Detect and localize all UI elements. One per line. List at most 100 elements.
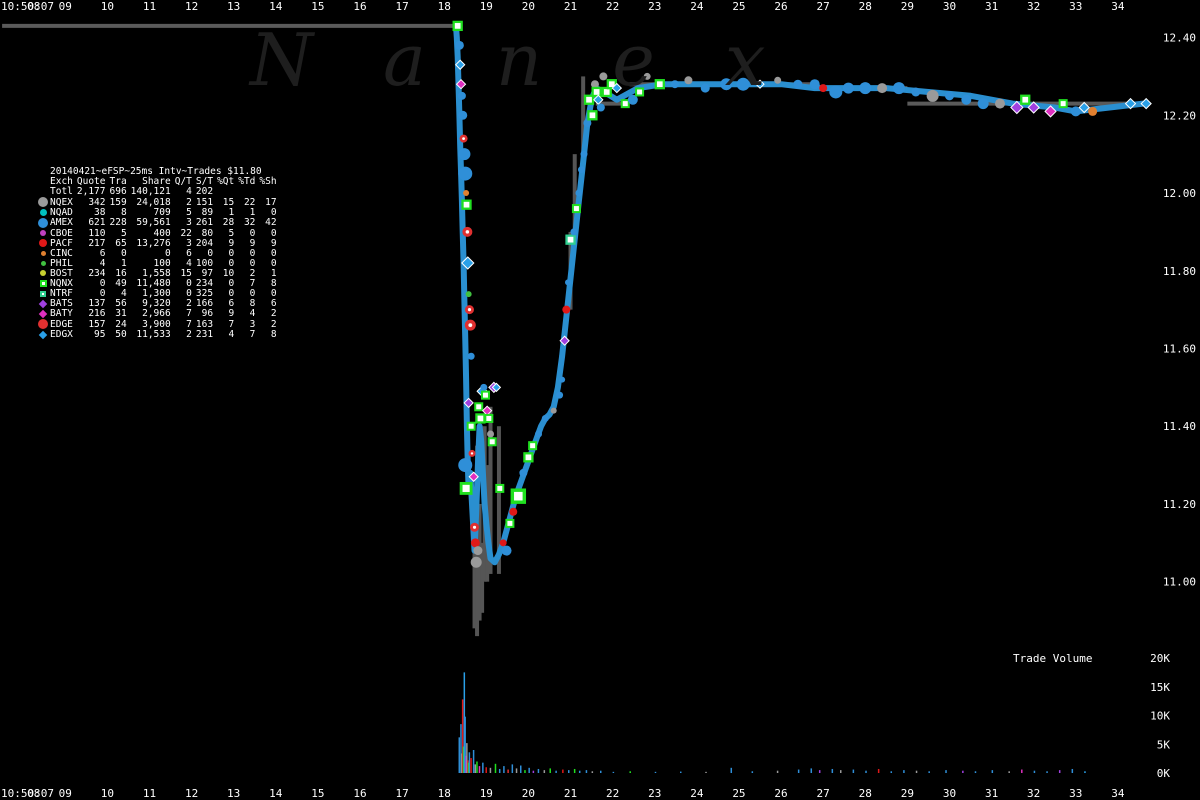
volume-bar	[503, 766, 505, 773]
x-tick-label-top: 17	[395, 0, 408, 13]
trade-marker-amex	[556, 391, 564, 399]
trade-marker-amex	[559, 376, 566, 383]
bost-symbol-icon	[40, 270, 46, 277]
bottom-time-axis: 10:50:0708 09 10 11 12 13 14 15 16 17 18 19 20 21 22 23…	[1, 787, 1125, 800]
x-tick-label-top: 15	[311, 0, 324, 13]
volume-bar	[511, 764, 514, 773]
baty-symbol-icon	[38, 309, 48, 319]
trade-marker-nqnx	[523, 452, 534, 463]
trade-marker-ntrf	[565, 234, 576, 245]
price-tick-label: 11.20	[1163, 498, 1196, 511]
legend-cell: 4	[249, 308, 256, 320]
legend-symbol	[38, 239, 48, 249]
price-tick-label: 12.00	[1163, 187, 1196, 200]
x-tick-label-bottom: 22	[606, 787, 619, 800]
x-tick-label-bottom: 12	[185, 787, 198, 800]
legend-cell: 31	[115, 308, 127, 320]
legend-row: BATY 216 31 2,966 7 96 9 4 2	[38, 309, 279, 319]
legend-cell: 3	[186, 217, 192, 229]
volume-bar	[1008, 771, 1010, 773]
x-tick-label-bottom: 33	[1069, 787, 1082, 800]
trade-marker-pacf	[562, 305, 571, 314]
legend-symbol	[38, 259, 48, 269]
legend-symbol	[38, 187, 48, 197]
x-tick-label-bottom: 34	[1111, 787, 1125, 800]
x-tick-label-top: 28	[859, 0, 872, 13]
legend-header-cell: %Sh	[259, 176, 277, 188]
x-tick-label-bottom: 11	[143, 787, 156, 800]
x-tick-label-top: 21	[564, 0, 577, 13]
volume-bar	[945, 770, 947, 773]
volume-bar	[680, 771, 682, 773]
volume-bar	[818, 770, 821, 773]
trade-marker-amex	[458, 110, 468, 120]
legend-body: Totl 2,177 696 140,121 4 202 NQEX 342 159 24,018 2…	[38, 187, 279, 340]
x-tick-label-bottom: 19	[480, 787, 493, 800]
trade-marker-amex	[580, 150, 588, 158]
trade-marker-amex	[565, 279, 571, 286]
volume-bar	[991, 770, 994, 773]
volume-title: Trade Volume	[1013, 652, 1093, 665]
volume-bar	[532, 770, 535, 773]
edge-symbol-icon	[38, 319, 48, 330]
legend-header-cell: %Qt	[217, 176, 235, 188]
x-tick-label-top: 09	[59, 0, 72, 13]
legend-cell: 621	[88, 217, 106, 229]
x-tick-label-bottom: 24	[690, 787, 704, 800]
x-tick-label-bottom: 28	[859, 787, 872, 800]
legend-symbol	[38, 229, 48, 239]
x-tick-label-top: 12	[185, 0, 198, 13]
volume-bar	[537, 768, 540, 773]
x-tick-label-bottom: 25	[732, 787, 745, 800]
legend-cell: BATY	[50, 308, 73, 320]
price-tick-label: 11.60	[1163, 342, 1196, 355]
legend-row: EDGX 95 50 11,533 2 231 4 7 8	[38, 329, 279, 340]
legend-table: Exch Quote Tra Share Q/T S/T %Qt %Td %Sh Totl 2,1…	[38, 176, 279, 340]
volume-bar	[903, 770, 905, 773]
x-tick-label-bottom: 23	[648, 787, 661, 800]
trade-marker-nqex	[877, 83, 888, 94]
legend-cell: 4	[186, 186, 192, 198]
legend-cell: 261	[195, 217, 214, 229]
trade-marker-phil	[465, 291, 472, 298]
x-tick-label-top: 11	[143, 0, 156, 13]
legend-cell: Totl	[50, 186, 73, 198]
volume-bar	[591, 771, 594, 773]
volume-bar	[865, 770, 867, 773]
x-tick-label-bottom: 10	[101, 787, 114, 800]
x-tick-label-bottom: 21	[564, 787, 577, 800]
trade-marker-amex	[842, 82, 854, 94]
trade-marker-amex	[944, 91, 954, 101]
volume-bar	[515, 768, 518, 773]
x-tick-label-top: 10	[101, 0, 114, 13]
legend-cell: 42	[265, 217, 277, 229]
trade-marker-amex	[961, 94, 972, 105]
volume-bar	[776, 770, 779, 773]
volume-bar	[810, 768, 813, 773]
volume-bar	[528, 767, 530, 773]
trade-marker-amex	[501, 545, 512, 556]
legend-cell	[215, 187, 236, 197]
trade-marker-amex	[458, 458, 473, 473]
legend-cell: 11,533	[136, 329, 171, 340]
volume-bar	[482, 762, 484, 773]
trade-marker-nqnx	[505, 518, 515, 528]
volume-bar	[654, 771, 657, 773]
trade-marker-cinc	[463, 190, 470, 197]
x-tick-label-top: 30	[943, 0, 956, 13]
legend-symbol	[38, 319, 48, 330]
trade-marker-nqnx	[510, 488, 527, 504]
volume-bar	[1084, 771, 1086, 773]
legend-cell: 202	[195, 186, 214, 198]
volume-bar	[840, 770, 842, 773]
ntrf-symbol-icon	[40, 290, 46, 297]
volume-bar	[915, 770, 918, 773]
legend-cell: 2,966	[142, 308, 171, 320]
trade-marker-pacf	[499, 539, 507, 547]
legend-cell: 7	[249, 329, 256, 340]
trade-marker-nqnx	[466, 421, 476, 431]
price-tick-label: 12.20	[1163, 109, 1196, 122]
volume-tick-label: 20K	[1150, 652, 1170, 665]
legend-symbol	[38, 217, 48, 229]
trade-marker-amex	[596, 103, 605, 112]
